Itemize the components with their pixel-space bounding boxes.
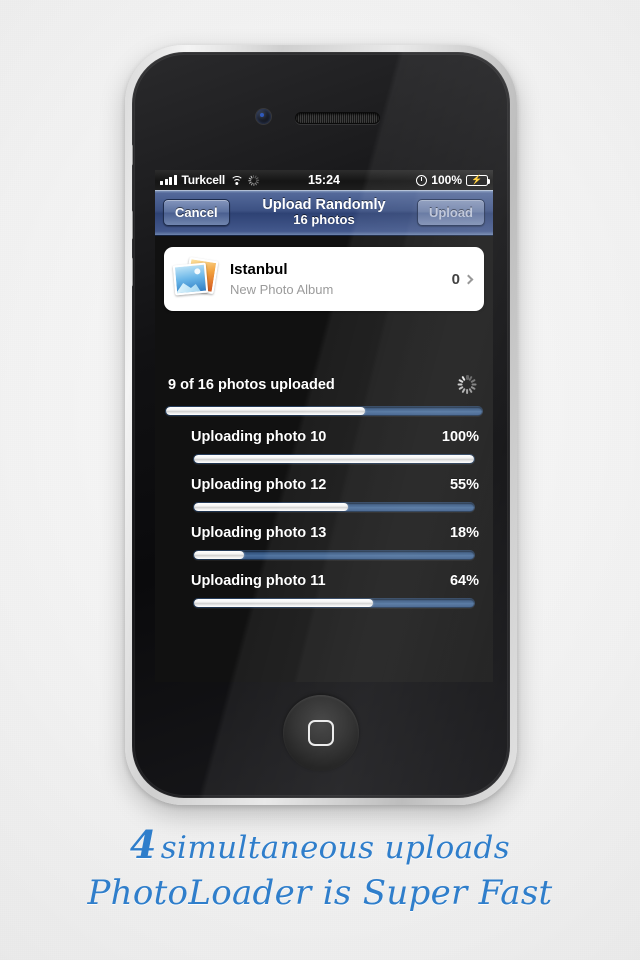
page-title: Upload Randomly 16 photos [262,197,385,228]
phone-body: Turkcell 15:24 100% ⚡ Cancel Upload Rand… [132,52,510,798]
promo-caption: 4 simultaneous uploads PhotoLoader is Sup… [0,822,640,913]
home-button-icon[interactable] [283,695,359,771]
album-section: Istanbul New Photo Album 0 [155,236,493,311]
chevron-right-icon [463,274,474,284]
mute-switch-button[interactable] [132,144,133,166]
upload-item-progress-fill [194,503,348,511]
upload-item-progress-fill [194,455,474,463]
navigation-bar: Cancel Upload Randomly 16 photos Upload [155,190,493,236]
cancel-button[interactable]: Cancel [163,199,230,226]
upload-item-progress-fill [194,551,245,559]
album-title: Istanbul [230,261,288,278]
upload-item-label: Uploading photo 13 [191,525,327,541]
upload-item-progress-bar [193,502,475,512]
clock-label: 15:24 [308,173,340,187]
front-camera-icon [256,109,271,124]
upload-button[interactable]: Upload [416,199,485,226]
upload-item-row: Uploading photo 10 100% [165,429,483,445]
status-bar: Turkcell 15:24 100% ⚡ [155,170,493,190]
album-accessory: 0 [451,270,474,288]
upload-item: Uploading photo 13 18% [165,525,483,560]
overall-progress-fill [166,407,366,415]
battery-charging-icon: ⚡ [466,174,491,186]
caption-line-1: 4 simultaneous uploads [0,822,640,867]
album-count-label: 0 [451,270,460,288]
nav-subtitle-label: 16 photos [293,212,355,228]
upload-item-progress-bar [193,598,475,608]
caption-line-2: PhotoLoader is Super Fast [87,873,553,913]
earpiece-speaker-icon [295,112,380,124]
upload-item-row: Uploading photo 13 18% [165,525,483,541]
caption-line-1-text: simultaneous uploads [160,830,511,866]
progress-summary-label: 9 of 16 photos uploaded [168,376,335,393]
album-subtitle: New Photo Album [230,282,334,297]
upload-item-label: Uploading photo 11 [191,573,326,589]
upload-item-progress-bar [193,454,475,464]
progress-header: 9 of 16 photos uploaded [165,375,483,394]
volume-down-button[interactable] [132,257,133,287]
phone-device: Turkcell 15:24 100% ⚡ Cancel Upload Rand… [125,45,517,805]
upload-item: Uploading photo 11 64% [165,573,483,608]
upload-item-progress-fill [194,599,374,607]
alarm-clock-icon [416,174,428,186]
upload-item-label: Uploading photo 12 [191,477,327,493]
photo-stack-icon [172,256,219,300]
album-row[interactable]: Istanbul New Photo Album 0 [164,247,484,311]
upload-item-row: Uploading photo 12 55% [165,477,483,493]
upload-item: Uploading photo 10 100% [165,429,483,464]
upload-item-progress-bar [193,550,475,560]
overall-progress-bar [165,406,483,416]
album-text: Istanbul New Photo Album [230,261,452,297]
upload-item-percent: 64% [449,573,479,589]
nav-title-label: Upload Randomly [262,197,386,214]
upload-item-list: Uploading photo 10 100% Uploading photo 12… [165,429,483,608]
upload-progress-section: 9 of 16 photos uploaded Uploading photo … [155,375,493,608]
upload-item-percent: 18% [449,525,479,541]
phone-screen: Turkcell 15:24 100% ⚡ Cancel Upload Rand… [155,170,493,682]
upload-item-label: Uploading photo 10 [191,429,327,445]
upload-item-percent: 55% [449,477,479,493]
upload-item: Uploading photo 12 55% [165,477,483,512]
volume-up-button[interactable] [132,210,133,240]
upload-item-row: Uploading photo 11 64% [165,573,483,589]
activity-spinner-icon [458,375,478,394]
upload-item-percent: 100% [441,429,479,445]
caption-number: 4 [129,822,157,867]
